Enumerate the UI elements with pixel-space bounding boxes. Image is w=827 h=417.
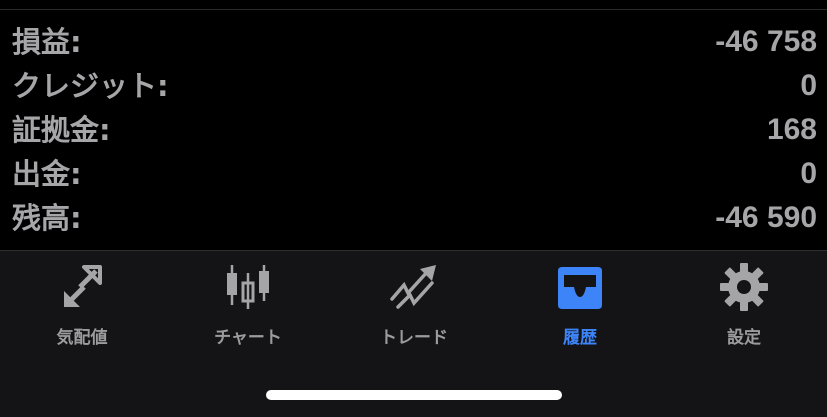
summary-value: -46 758 bbox=[715, 25, 817, 58]
tab-quotes[interactable]: 気配値 bbox=[22, 251, 142, 356]
summary-label: 出金: bbox=[12, 157, 82, 191]
summary-row-withdrawal: 出金: 0 bbox=[0, 152, 827, 196]
gear-icon bbox=[720, 263, 768, 311]
inbox-tray-icon bbox=[556, 263, 604, 311]
trend-arrow-icon bbox=[390, 263, 438, 311]
top-divider bbox=[0, 9, 827, 10]
tab-label: 気配値 bbox=[56, 328, 108, 348]
summary-label: 残高: bbox=[12, 201, 82, 235]
tab-label: トレード bbox=[380, 328, 448, 348]
summary-value: 0 bbox=[800, 69, 817, 102]
tab-chart[interactable]: チャート bbox=[188, 251, 308, 356]
tab-label: チャート bbox=[214, 328, 282, 348]
summary-value: 168 bbox=[766, 113, 817, 146]
home-indicator[interactable] bbox=[266, 390, 562, 400]
summary-row-credit: クレジット: 0 bbox=[0, 64, 827, 108]
summary-label: クレジット: bbox=[12, 69, 169, 103]
summary-row-profit: 損益: -46 758 bbox=[0, 20, 827, 64]
tab-trade[interactable]: トレード bbox=[354, 251, 474, 356]
tab-history[interactable]: 履歴 bbox=[520, 251, 640, 356]
tab-label: 設定 bbox=[727, 328, 761, 348]
arrows-diagonal-icon bbox=[58, 263, 106, 311]
summary-value: -46 590 bbox=[715, 201, 817, 234]
tab-settings[interactable]: 設定 bbox=[684, 251, 804, 356]
candlestick-chart-icon bbox=[224, 263, 272, 311]
summary-row-margin: 証拠金: 168 bbox=[0, 108, 827, 152]
summary-label: 証拠金: bbox=[12, 113, 111, 147]
summary-row-balance: 残高: -46 590 bbox=[0, 196, 827, 240]
summary-label: 損益: bbox=[12, 25, 82, 59]
tab-label: 履歴 bbox=[563, 328, 597, 348]
account-summary: 損益: -46 758 クレジット: 0 証拠金: 168 出金: 0 残高: … bbox=[0, 20, 827, 240]
summary-value: 0 bbox=[800, 157, 817, 190]
